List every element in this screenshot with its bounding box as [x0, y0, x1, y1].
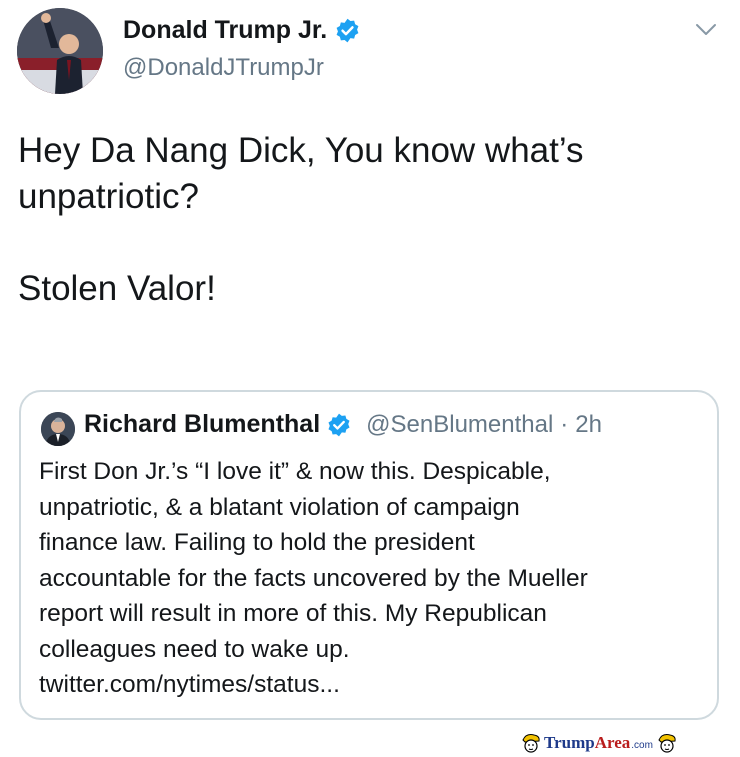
quoted-link[interactable]: twitter.com/nytimes/status... — [39, 667, 709, 703]
watermark-text-trump: Trump — [544, 733, 595, 752]
quoted-header: Richard Blumenthal @SenBlumenthal · 2h — [84, 410, 602, 439]
caricature-face-icon — [658, 734, 676, 753]
quoted-text-line: report will result in more of this. My R… — [39, 600, 547, 627]
quoted-text-line: unpatriotic, & a blatant violation of ca… — [39, 493, 520, 521]
tweet-text-line: Stolen Valor! — [18, 269, 216, 308]
watermark-text-com: .com — [631, 740, 653, 751]
avatar-photo — [41, 412, 75, 446]
author-name-row: Donald Trump Jr. — [123, 16, 361, 45]
tweet-text-line: Hey Da Nang Dick, You know what’s — [18, 131, 584, 170]
quoted-text-line: colleagues need to wake up. — [39, 635, 350, 663]
quoted-tweet-text: First Don Jr.’s “I love it” & now this. … — [39, 454, 709, 703]
tweet-text: Hey Da Nang Dick, You know what’s unpatr… — [18, 128, 718, 312]
tweet-text-line: unpatriotic? — [18, 177, 199, 216]
verified-badge-icon — [336, 18, 359, 43]
quoted-text-line: accountable for the facts uncovered by t… — [39, 564, 588, 592]
author-name[interactable]: Donald Trump Jr. — [123, 16, 327, 45]
caricature-face-icon — [522, 734, 540, 753]
watermark-text-area: Area — [594, 733, 631, 752]
quoted-author-handle[interactable]: @SenBlumenthal — [366, 411, 553, 439]
watermark: Trump Area .com — [520, 731, 678, 755]
chevron-down-icon[interactable] — [695, 22, 717, 38]
quoted-text-line: finance law. Failing to hold the preside… — [39, 529, 475, 556]
quoted-tweet-card[interactable]: Richard Blumenthal @SenBlumenthal · 2h F… — [19, 390, 719, 720]
author-handle[interactable]: @DonaldJTrumpJr — [123, 54, 324, 82]
author-avatar[interactable] — [17, 8, 103, 94]
quoted-timestamp[interactable]: 2h — [575, 411, 602, 439]
quoted-author-avatar[interactable] — [41, 412, 75, 446]
avatar-photo — [17, 8, 103, 94]
verified-badge-icon — [328, 413, 350, 436]
separator-dot: · — [560, 410, 569, 438]
quoted-text-line: First Don Jr.’s “I love it” & now this. … — [39, 458, 551, 485]
quoted-author-name[interactable]: Richard Blumenthal — [84, 410, 320, 439]
